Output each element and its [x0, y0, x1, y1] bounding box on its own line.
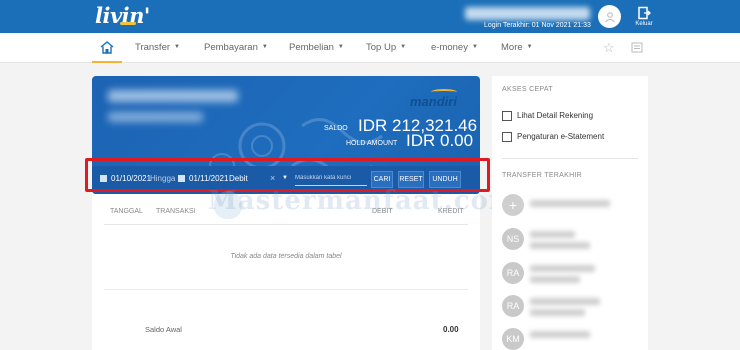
recipient-name-blurred	[530, 200, 610, 207]
recipient-avatar[interactable]: NS	[502, 228, 524, 250]
chevron-down-icon: ▼	[400, 44, 407, 51]
row-divider	[104, 289, 468, 290]
empty-table-message: Tidak ada data tersedia dalam tabel	[230, 253, 342, 260]
nav-e-money[interactable]: e-money ▼	[431, 42, 478, 53]
recipient-name-blurred	[530, 231, 575, 238]
account-number-blurred	[108, 112, 203, 122]
hold-amount-value: IDR 0.00	[406, 131, 474, 150]
recipient-bank-blurred	[530, 309, 585, 316]
recipient-bank-blurred	[530, 242, 590, 249]
e-statement-icon	[502, 132, 512, 142]
column-header-date: TANGGAL	[110, 208, 143, 215]
logout-label: Keluar	[635, 21, 653, 27]
user-avatar[interactable]	[598, 5, 621, 28]
quick-access-title: AKSES CEPAT	[502, 86, 553, 93]
section-divider	[502, 158, 638, 159]
bank-logo: mandiri	[410, 94, 457, 109]
logout-button[interactable]: Keluar	[630, 6, 658, 27]
quick-link-account-detail[interactable]: Lihat Detail Rekening	[502, 111, 593, 121]
home-icon	[100, 40, 114, 54]
opening-balance-value: 0.00	[443, 325, 459, 334]
star-icon[interactable]: ☆	[603, 40, 615, 56]
recipient-name-blurred	[530, 265, 595, 272]
recipient-avatar[interactable]: RA	[502, 262, 524, 284]
user-icon	[604, 11, 615, 22]
watermark: Mastermanfaat.com	[208, 186, 518, 216]
balance-label: SALDO	[324, 125, 348, 132]
column-header-transaction: TRANSAKSI	[156, 208, 196, 215]
top-header: livin' Login Terakhir: 01 Nov 2021 21:33…	[0, 0, 740, 33]
nav-pembayaran[interactable]: Pembayaran ▼	[204, 42, 268, 53]
print-icon[interactable]	[631, 42, 643, 55]
add-recipient-button[interactable]: +	[502, 194, 524, 216]
home-tab[interactable]	[92, 33, 122, 63]
chevron-down-icon: ▼	[526, 44, 533, 51]
chevron-down-icon: ▼	[471, 44, 478, 51]
transaction-table: TANGGAL TRANSAKSI DEBIT KREDIT Tidak ada…	[92, 194, 480, 350]
logo-accent	[120, 22, 136, 25]
quick-link-e-statement[interactable]: Pengaturan e-Statement	[502, 132, 604, 142]
recipient-bank-blurred	[530, 276, 580, 283]
recipient-avatar[interactable]: RA	[502, 295, 524, 317]
hold-amount-label: HOLD AMOUNT	[346, 140, 398, 147]
logout-icon	[638, 6, 651, 20]
sidebar-panel: AKSES CEPAT Lihat Detail Rekening Pengat…	[492, 76, 648, 350]
last-login-text: Login Terakhir: 01 Nov 2021 21:33	[484, 22, 591, 29]
header-divider	[104, 224, 468, 225]
nav-pembelian[interactable]: Pembelian ▼	[289, 42, 344, 53]
chevron-down-icon: ▼	[261, 44, 268, 51]
chevron-down-icon: ▼	[337, 44, 344, 51]
nav-top-up[interactable]: Top Up ▼	[366, 42, 406, 53]
recent-transfer-title: TRANSFER TERAKHIR	[502, 172, 583, 179]
nav-transfer[interactable]: Transfer ▼	[135, 42, 180, 53]
nav-more[interactable]: More ▼	[501, 42, 533, 53]
recipient-avatar[interactable]: KM	[502, 328, 524, 350]
main-nav: Transfer ▼ Pembayaran ▼ Pembelian ▼ Top Up ▼…	[0, 33, 740, 63]
recipient-name-blurred	[530, 331, 590, 338]
account-detail-icon	[502, 111, 512, 121]
opening-balance-label: Saldo Awal	[145, 325, 182, 334]
user-name-blurred	[465, 7, 590, 20]
account-name-blurred	[108, 90, 238, 102]
chevron-down-icon: ▼	[174, 44, 180, 51]
recipient-name-blurred	[530, 298, 600, 305]
